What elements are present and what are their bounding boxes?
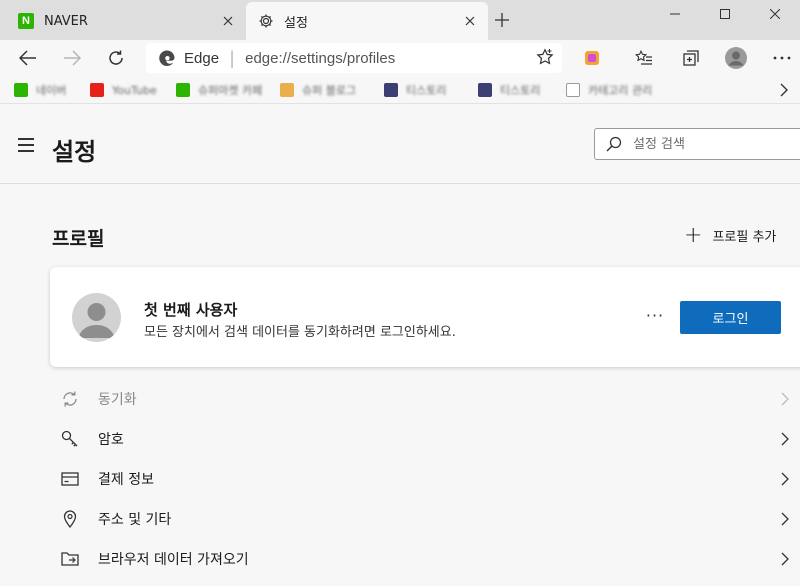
- favorites-bar: 네이버 YouTube 슈퍼마켓 카페 슈퍼 블로그 티스토리 티스토리 카테고…: [0, 76, 800, 104]
- naver-logo-icon: N: [18, 13, 34, 29]
- gear-icon: [258, 13, 274, 29]
- extension-icon[interactable]: [576, 42, 608, 74]
- bookmark-item[interactable]: 네이버: [14, 80, 66, 100]
- settings-item-payment[interactable]: 결제 정보: [50, 459, 800, 499]
- import-folder-icon: [60, 549, 80, 569]
- tab-strip: N NAVER 설정: [0, 0, 800, 40]
- tab-title: NAVER: [44, 13, 88, 29]
- profile-settings-list: 동기화 암호 결제 정보 주소 및 기타 브라우저 데이터 가져오기: [50, 379, 800, 579]
- edge-logo-icon: [158, 49, 176, 67]
- settings-search-box[interactable]: [594, 128, 800, 160]
- bookmark-favicon-icon: [384, 83, 398, 97]
- chevron-right-icon: [778, 431, 792, 447]
- window-controls: [650, 0, 800, 28]
- new-tab-button[interactable]: [490, 8, 514, 32]
- tab-settings[interactable]: 설정: [246, 2, 488, 40]
- bookmark-item[interactable]: 카테고리 관리: [566, 80, 652, 100]
- collections-icon[interactable]: [675, 42, 707, 74]
- bookmark-item[interactable]: 티스토리: [384, 80, 446, 100]
- bookmark-item[interactable]: 슈퍼마켓 카페: [176, 80, 262, 100]
- bookmark-favicon-icon: [280, 83, 294, 97]
- bookmark-item[interactable]: 티스토리: [478, 80, 540, 100]
- settings-item-passwords[interactable]: 암호: [50, 419, 800, 459]
- settings-item-sync[interactable]: 동기화: [50, 379, 800, 419]
- bookmark-favicon-icon: [14, 83, 28, 97]
- avatar: [72, 293, 121, 342]
- bookmark-label: 카테고리 관리: [588, 84, 653, 97]
- plus-icon: +: [684, 222, 703, 248]
- credit-card-icon: [60, 469, 80, 489]
- settings-item-label: 결제 정보: [98, 472, 154, 488]
- tab-title: 설정: [284, 15, 308, 31]
- settings-header: 설정: [0, 104, 800, 184]
- bookmark-label: 티스토리: [406, 84, 447, 97]
- refresh-button[interactable]: [100, 42, 132, 74]
- url-text[interactable]: edge://settings/profiles: [245, 50, 395, 67]
- settings-item-label: 동기화: [98, 392, 137, 408]
- minimize-button[interactable]: [650, 0, 700, 28]
- maximize-button[interactable]: [700, 0, 750, 28]
- menu-hamburger-icon[interactable]: [18, 138, 38, 154]
- bookmark-favicon-icon: [478, 83, 492, 97]
- profile-description: 모든 장치에서 검색 데이터를 동기화하려면 로그인하세요.: [144, 325, 456, 340]
- bookmark-label: 슈퍼마켓 카페: [198, 84, 263, 97]
- add-profile-button[interactable]: + 프로필 추가: [684, 222, 777, 248]
- favorite-star-icon[interactable]: [536, 48, 554, 70]
- settings-item-label: 암호: [98, 432, 124, 448]
- more-menu-icon[interactable]: [766, 42, 798, 74]
- bookmark-label: 슈퍼 블로그: [302, 84, 357, 97]
- profile-avatar-icon[interactable]: [720, 42, 752, 74]
- bookmark-label: 티스토리: [500, 84, 541, 97]
- bookmark-item[interactable]: 슈퍼 블로그: [280, 80, 356, 100]
- chevron-right-icon: [778, 391, 792, 407]
- tab-naver[interactable]: N NAVER: [0, 2, 246, 40]
- section-title: 프로필: [52, 228, 105, 250]
- profile-more-button[interactable]: ···: [642, 303, 668, 327]
- navigation-toolbar: Edge | edge://settings/profiles: [0, 40, 800, 76]
- location-pin-icon: [60, 509, 80, 529]
- profile-name: 첫 번째 사용자: [144, 301, 238, 319]
- close-tab-icon[interactable]: [458, 9, 482, 33]
- chevron-right-icon: [778, 511, 792, 527]
- address-bar[interactable]: Edge | edge://settings/profiles: [146, 43, 562, 73]
- page-title: 설정: [52, 138, 97, 166]
- back-button[interactable]: [12, 42, 44, 74]
- chevron-right-icon[interactable]: [774, 80, 794, 100]
- bookmark-favicon-icon: [176, 83, 190, 97]
- site-label: Edge: [184, 49, 220, 67]
- settings-item-import[interactable]: 브라우저 데이터 가져오기: [50, 539, 800, 579]
- profile-card: 첫 번째 사용자 모든 장치에서 검색 데이터를 동기화하려면 로그인하세요. …: [50, 267, 800, 367]
- search-input[interactable]: [633, 136, 783, 152]
- settings-item-label: 주소 및 기타: [98, 512, 172, 528]
- bookmark-item[interactable]: YouTube: [90, 80, 157, 100]
- bookmark-label: YouTube: [112, 83, 157, 97]
- forward-button[interactable]: [56, 42, 88, 74]
- close-tab-icon[interactable]: [216, 9, 240, 33]
- login-button[interactable]: 로그인: [680, 301, 781, 334]
- chevron-right-icon: [778, 471, 792, 487]
- settings-item-label: 브라우저 데이터 가져오기: [98, 552, 249, 568]
- add-profile-label: 프로필 추가: [712, 230, 777, 245]
- youtube-icon: [90, 83, 104, 97]
- close-window-button[interactable]: [750, 0, 800, 28]
- bookmark-label: 네이버: [36, 84, 67, 97]
- key-icon: [60, 429, 80, 449]
- search-icon: [605, 135, 623, 153]
- settings-item-addresses[interactable]: 주소 및 기타: [50, 499, 800, 539]
- page-icon: [566, 83, 580, 97]
- address-divider: |: [229, 47, 236, 69]
- favorites-list-icon[interactable]: [628, 42, 660, 74]
- chevron-right-icon: [778, 551, 792, 567]
- sync-icon: [60, 389, 80, 409]
